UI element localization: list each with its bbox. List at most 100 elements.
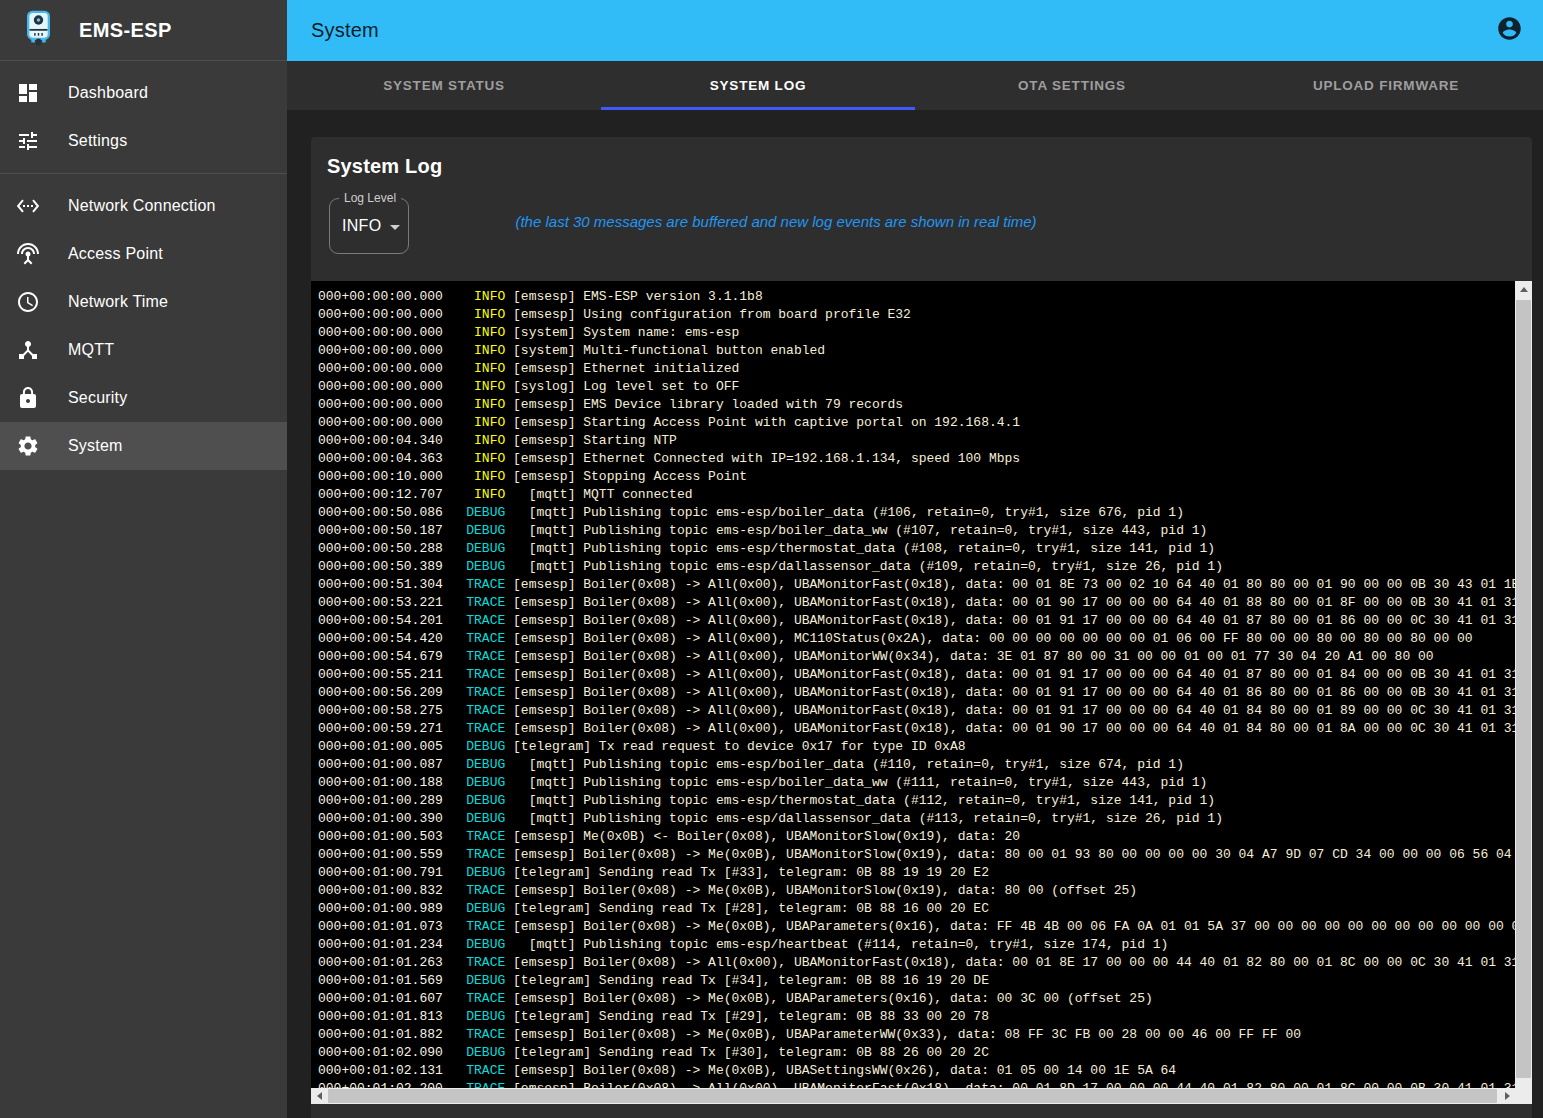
log-line: 000+00:01:01.882 TRACE [emsesp] Boiler(0…	[318, 1026, 1532, 1044]
log-line: 000+00:01:00.289 DEBUG [mqtt] Publishing…	[318, 792, 1532, 810]
log-line: 000+00:00:50.187 DEBUG [mqtt] Publishing…	[318, 522, 1532, 540]
scrollbar-corner	[1515, 1088, 1532, 1104]
scroll-right-button[interactable]	[1499, 1088, 1515, 1104]
log-line: 000+00:01:01.263 TRACE [emsesp] Boiler(0…	[318, 954, 1532, 972]
log-line: 000+00:00:00.000 INFO [emsesp] Using con…	[318, 306, 1532, 324]
log-line: 000+00:00:00.000 INFO [emsesp] EMS Devic…	[318, 396, 1532, 414]
log-line: 000+00:00:00.000 INFO [system] Multi-fun…	[318, 342, 1532, 360]
sidebar: EMS-ESP Dashboard Settings Network Connect…	[0, 0, 287, 1118]
tab-label: UPLOAD FIRMWARE	[1313, 78, 1459, 93]
sidebar-item-mqtt[interactable]: MQTT	[0, 326, 287, 374]
tab-label: SYSTEM STATUS	[383, 78, 505, 93]
dashboard-icon	[16, 81, 40, 105]
tab-bar: SYSTEM STATUS SYSTEM LOG OTA SETTINGS UPLOA…	[287, 61, 1543, 110]
page-title: System	[311, 19, 379, 42]
log-line: 000+00:00:00.000 INFO [syslog] Log level…	[318, 378, 1532, 396]
sidebar-item-label: Security	[68, 389, 127, 407]
sidebar-group: Dashboard Settings	[0, 61, 287, 173]
log-line: 000+00:00:50.389 DEBUG [mqtt] Publishing…	[318, 558, 1532, 576]
horizontal-scrollbar[interactable]	[311, 1088, 1515, 1104]
scroll-right-icon	[1505, 1092, 1510, 1100]
log-line: 000+00:00:56.209 TRACE [emsesp] Boiler(0…	[318, 684, 1532, 702]
account-button[interactable]	[1489, 11, 1529, 51]
antenna-icon	[16, 242, 40, 266]
page: System SYSTEM STATUS SYSTEM LOG OTA SETTIN…	[0, 0, 1543, 1118]
log-line: 000+00:01:00.503 TRACE [emsesp] Me(0x0B)…	[318, 828, 1532, 846]
sidebar-item-network-connection[interactable]: Network Connection	[0, 182, 287, 230]
log-line: 000+00:01:01.569 DEBUG [telegram] Sendin…	[318, 972, 1532, 990]
log-line: 000+00:00:04.363 INFO [emsesp] Ethernet …	[318, 450, 1532, 468]
log-line: 000+00:00:12.707 INFO [mqtt] MQTT connec…	[318, 486, 1532, 504]
log-lines: 000+00:00:00.000 INFO [emsesp] EMS-ESP v…	[318, 288, 1532, 1098]
sidebar-item-label: MQTT	[68, 341, 114, 359]
sidebar-item-label: Network Connection	[68, 197, 216, 215]
card-title: System Log	[327, 155, 442, 178]
tab-upload-firmware[interactable]: UPLOAD FIRMWARE	[1229, 61, 1543, 110]
log-line: 000+00:01:01.234 DEBUG [mqtt] Publishing…	[318, 936, 1532, 954]
sidebar-header: EMS-ESP	[0, 0, 287, 61]
scroll-up-button[interactable]	[1515, 281, 1532, 298]
log-line: 000+00:01:02.090 DEBUG [telegram] Sendin…	[318, 1044, 1532, 1062]
log-line: 000+00:00:54.201 TRACE [emsesp] Boiler(0…	[318, 612, 1532, 630]
gear-icon	[16, 434, 40, 458]
log-line: 000+00:00:00.000 INFO [system] System na…	[318, 324, 1532, 342]
log-line: 000+00:00:10.000 INFO [emsesp] Stopping …	[318, 468, 1532, 486]
tab-label: SYSTEM LOG	[710, 78, 807, 93]
log-level-value: INFO	[342, 217, 381, 235]
sidebar-item-label: Dashboard	[68, 84, 148, 102]
log-line: 000+00:01:01.073 TRACE [emsesp] Boiler(0…	[318, 918, 1532, 936]
sidebar-item-system[interactable]: System	[0, 422, 287, 470]
sidebar-item-access-point[interactable]: Access Point	[0, 230, 287, 278]
sidebar-item-label: Settings	[68, 132, 127, 150]
sidebar-item-dashboard[interactable]: Dashboard	[0, 69, 287, 117]
sidebar-item-settings[interactable]: Settings	[0, 117, 287, 165]
active-tab-indicator	[601, 107, 915, 110]
vertical-scrollbar[interactable]	[1515, 281, 1532, 1088]
log-line: 000+00:00:54.420 TRACE [emsesp] Boiler(0…	[318, 630, 1532, 648]
log-line: 000+00:01:00.087 DEBUG [mqtt] Publishing…	[318, 756, 1532, 774]
tab-system-log[interactable]: SYSTEM LOG	[601, 61, 915, 110]
clock-icon	[16, 290, 40, 314]
log-line: 000+00:00:00.000 INFO [emsesp] Starting …	[318, 414, 1532, 432]
log-line: 000+00:01:00.989 DEBUG [telegram] Sendin…	[318, 900, 1532, 918]
tune-icon	[16, 129, 40, 153]
log-level-select[interactable]: Log Level INFO	[329, 198, 409, 254]
log-level-label: Log Level	[339, 191, 401, 205]
sidebar-item-label: System	[68, 437, 123, 455]
log-line: 000+00:00:58.275 TRACE [emsesp] Boiler(0…	[318, 702, 1532, 720]
log-console: 000+00:00:00.000 INFO [emsesp] EMS-ESP v…	[311, 281, 1532, 1104]
vertical-scrollbar-thumb[interactable]	[1516, 300, 1531, 1078]
log-line: 000+00:01:00.188 DEBUG [mqtt] Publishing…	[318, 774, 1532, 792]
buffer-hint-text: (the last 30 messages are buffered and n…	[491, 213, 1061, 230]
log-line: 000+00:01:02.131 TRACE [emsesp] Boiler(0…	[318, 1062, 1532, 1080]
ethernet-icon	[16, 194, 40, 218]
log-line: 000+00:01:01.607 TRACE [emsesp] Boiler(0…	[318, 990, 1532, 1008]
account-circle-icon	[1496, 15, 1523, 46]
log-line: 000+00:00:00.000 INFO [emsesp] Ethernet …	[318, 360, 1532, 378]
log-line: 000+00:00:50.086 DEBUG [mqtt] Publishing…	[318, 504, 1532, 522]
tab-ota-settings[interactable]: OTA SETTINGS	[915, 61, 1229, 110]
tab-system-status[interactable]: SYSTEM STATUS	[287, 61, 601, 110]
horizontal-scrollbar-thumb[interactable]	[328, 1089, 1497, 1103]
sidebar-item-label: Network Time	[68, 293, 168, 311]
sidebar-item-label: Access Point	[68, 245, 163, 263]
dropdown-caret-icon	[390, 225, 400, 230]
log-line: 000+00:00:51.304 TRACE [emsesp] Boiler(0…	[318, 576, 1532, 594]
system-log-card: System Log Log Level INFO (the last 30 m…	[311, 137, 1532, 1118]
log-line: 000+00:00:00.000 INFO [emsesp] EMS-ESP v…	[318, 288, 1532, 306]
log-line: 000+00:00:55.211 TRACE [emsesp] Boiler(0…	[318, 666, 1532, 684]
log-line: 000+00:00:53.221 TRACE [emsesp] Boiler(0…	[318, 594, 1532, 612]
sidebar-item-network-time[interactable]: Network Time	[0, 278, 287, 326]
sidebar-item-security[interactable]: Security	[0, 374, 287, 422]
lock-icon	[16, 386, 40, 410]
log-line: 000+00:00:59.271 TRACE [emsesp] Boiler(0…	[318, 720, 1532, 738]
device-hub-icon	[16, 338, 40, 362]
log-line: 000+00:00:54.679 TRACE [emsesp] Boiler(0…	[318, 648, 1532, 666]
log-line: 000+00:01:00.005 DEBUG [telegram] Tx rea…	[318, 738, 1532, 756]
scroll-left-button[interactable]	[311, 1088, 327, 1104]
scroll-up-icon	[1520, 287, 1528, 292]
app-bar: System	[287, 0, 1543, 61]
log-line: 000+00:01:00.390 DEBUG [mqtt] Publishing…	[318, 810, 1532, 828]
scroll-left-icon	[317, 1092, 322, 1100]
app-title: EMS-ESP	[79, 19, 172, 42]
